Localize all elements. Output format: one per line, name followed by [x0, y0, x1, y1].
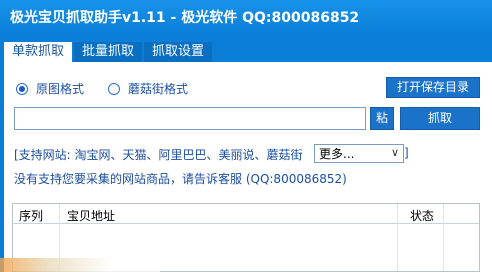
grab-button[interactable]: 抓取 [400, 107, 480, 130]
column-divider [397, 204, 398, 271]
tab-grab-settings[interactable]: 抓取设置 [144, 42, 213, 62]
more-sites-select[interactable]: 更多... ∨ [314, 144, 404, 163]
column-header-index[interactable]: 序列 [19, 207, 43, 224]
radio-mogujie-format[interactable]: 蘑菇街格式 [108, 80, 188, 97]
bracket-close: ] [404, 146, 409, 160]
supported-sites-text: [支持网站: 淘宝网、天猫、阿里巴巴、美丽说、蘑菇街 [14, 148, 303, 162]
more-sites-select-value: 更多... [319, 147, 355, 161]
radio-original-format-label: 原图格式 [36, 82, 85, 96]
tab-batch-grab[interactable]: 批量抓取 [74, 42, 143, 62]
window-title: 极光宝贝抓取助手v1.11 - 极光软件 QQ:800086852 [10, 10, 360, 26]
tab-single-grab[interactable]: 单款抓取 [4, 42, 73, 62]
radio-dot-icon [108, 82, 120, 95]
chevron-down-icon: ∨ [390, 146, 399, 159]
column-header-url[interactable]: 宝贝地址 [67, 207, 115, 224]
url-input[interactable] [14, 107, 366, 130]
column-header-status[interactable]: 状态 [410, 207, 434, 224]
radio-mogujie-format-label: 蘑菇街格式 [128, 82, 189, 96]
column-divider [443, 204, 444, 271]
radio-original-format[interactable]: 原图格式 [16, 80, 84, 97]
open-save-dir-button[interactable]: 打开保存目录 [386, 77, 480, 98]
unsupported-notice: 没有支持您要采集的网站商品，请告诉客服 (QQ:800086852) [14, 172, 347, 186]
logo-decoration [0, 258, 160, 272]
tab-bar: 单款抓取 批量抓取 抓取设置 [4, 42, 214, 62]
radio-dot-selected-icon [16, 82, 28, 95]
paste-button[interactable]: 粘 [370, 107, 394, 130]
table-header: 序列 宝贝地址 状态 [13, 204, 479, 224]
window-titlebar: 极光宝贝抓取助手v1.11 - 极光软件 QQ:800086852 [0, 0, 492, 34]
